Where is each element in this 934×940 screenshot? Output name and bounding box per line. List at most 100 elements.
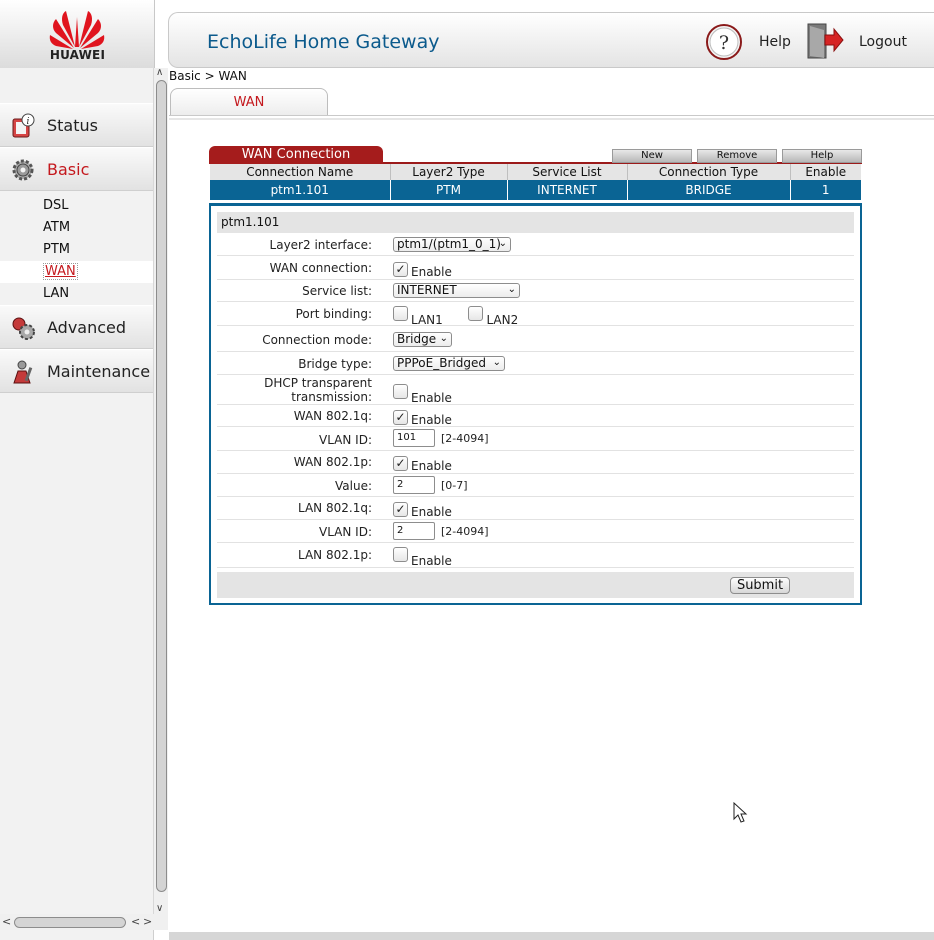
range-hint: [2-4094] [441,431,489,445]
bridge-type-select[interactable]: PPPoE_Bridged ⌄ [393,356,505,371]
sidebar-item-label: Status [47,116,98,135]
table-row[interactable]: ptm1.101 PTM INTERNET BRIDGE 1 [210,180,861,200]
sidebar-item-advanced[interactable]: Advanced [0,305,154,349]
table-cell: BRIDGE [627,180,791,200]
lan2-binding-checkbox[interactable] [468,306,484,321]
field-label: Value: [335,479,372,493]
select-value: INTERNET [397,283,457,297]
sidebar-item-maintenance[interactable]: Maintenance [0,349,154,393]
huawei-logo-icon [49,11,105,49]
status-icon: i [12,113,35,138]
sidebar-horizontal-scrollbar[interactable]: < < > [0,914,168,930]
checkbox-label: Enable [411,413,452,427]
sidebar-item-label: Advanced [47,318,127,337]
form-row-lan-vlan-id: VLAN ID: 2 [2-4094] [217,520,854,543]
bottom-scroll-strip [169,932,934,940]
tab-wan[interactable]: WAN [170,88,328,115]
scroll-left-arrow-icon[interactable]: < [131,915,140,928]
field-label: VLAN ID: [319,525,372,539]
table-header-row: Connection Name Layer2 Type Service List… [210,164,861,180]
advanced-icon [12,317,35,340]
select-value: Bridge [397,332,437,346]
scroll-down-arrow-icon[interactable]: ∨ [156,904,163,914]
sidebar-vertical-scrollbar[interactable]: ∧ ∨ [153,68,168,918]
help-icon[interactable]: ? [705,23,743,61]
column-header: Enable [790,164,861,180]
sidebar-subitem-dsl[interactable]: DSL [0,195,154,217]
lan-8021p-checkbox[interactable] [393,547,408,562]
column-header: Connection Type [627,164,791,180]
scrollbar-thumb[interactable] [156,80,167,892]
connection-mode-select[interactable]: Bridge ⌄ [393,332,452,347]
field-label: Service list: [302,284,372,298]
form-row-dhcp-transparent: DHCP transparent transmission: Enable [217,375,854,405]
logout-icon[interactable] [805,21,845,61]
scroll-left-arrow-icon[interactable]: < [2,915,11,928]
form-row-wan-8021p: WAN 802.1p: ✓ Enable [217,451,854,474]
column-header: Connection Name [210,164,391,180]
checkbox-label: LAN2 [486,313,519,327]
sidebar-item-basic[interactable]: Basic [0,147,154,191]
wan-connection-checkbox[interactable]: ✓ [393,262,408,277]
table-cell: PTM [390,180,508,200]
sidebar-item-label: Maintenance [47,362,151,381]
lan-8021q-checkbox[interactable]: ✓ [393,502,408,517]
wan-8021p-checkbox[interactable]: ✓ [393,456,408,471]
submit-bar: Submit [217,572,854,598]
chevron-down-icon: ⌄ [498,238,507,249]
content-divider [169,118,934,120]
form-row-wan-connection: WAN connection: ✓ Enable [217,256,854,280]
field-label: VLAN ID: [319,433,372,447]
field-label-line: DHCP transparent [264,376,372,390]
sidebar-item-status[interactable]: i Status [0,103,154,147]
form-row-lan-8021p: LAN 802.1p: Enable [217,543,854,568]
scroll-right-arrow-icon[interactable]: > [143,915,152,928]
field-label: Port binding: [295,307,372,321]
field-label: Bridge type: [298,357,372,371]
field-label: WAN connection: [269,261,372,275]
form-row-bridge-type: Bridge type: PPPoE_Bridged ⌄ [217,352,854,375]
help-link[interactable]: Help [759,34,791,50]
logout-link[interactable]: Logout [859,34,907,50]
lan-vlan-id-input[interactable]: 2 [393,522,435,540]
field-label-line: transmission: [291,390,372,404]
wan-priority-value-input[interactable]: 2 [393,476,435,494]
scroll-up-arrow-icon[interactable]: ∧ [156,68,163,78]
app-title: EchoLife Home Gateway [207,31,440,53]
gear-icon [12,159,34,181]
field-label: DHCP transparent transmission: [212,376,372,404]
chevron-down-icon: ⌄ [507,284,516,295]
lan1-binding-checkbox[interactable] [393,306,408,321]
checkbox-label: LAN1 [411,313,443,327]
remove-button[interactable]: Remove [697,149,777,163]
sidebar: i Status Basic DSL ATM PTM WAN LAN Advan… [0,68,154,940]
checkbox-label: Enable [411,459,452,473]
table-cell: 1 [790,180,861,200]
scrollbar-thumb[interactable] [14,917,126,928]
form-row-lan-8021q: LAN 802.1q: ✓ Enable [217,497,854,520]
wan-8021q-checkbox[interactable]: ✓ [393,410,408,425]
table-cell: INTERNET [507,180,628,200]
service-list-select[interactable]: INTERNET ⌄ [393,283,520,298]
chevron-down-icon: ⌄ [439,333,448,344]
submit-button[interactable]: Submit [730,577,790,594]
field-label: WAN 802.1q: [293,409,372,423]
brand-logo: HUAWEI [0,0,155,68]
new-button[interactable]: New [612,149,692,163]
wan-vlan-id-input[interactable]: 101 [393,429,435,447]
layer2-interface-select[interactable]: ptm1/(ptm1_0_1) ⌄ [393,237,511,252]
field-label: Connection mode: [262,333,372,347]
checkbox-label: Enable [411,391,452,405]
sidebar-subitem-wan[interactable]: WAN [0,261,154,283]
sidebar-subitem-wan-label: WAN [43,263,78,280]
dhcp-transparent-checkbox[interactable] [393,384,408,399]
range-hint: [0-7] [441,478,468,492]
sidebar-item-label: Basic [47,160,90,179]
sidebar-subitem-ptm[interactable]: PTM [0,239,154,261]
table-help-button[interactable]: Help [782,149,862,163]
sidebar-subitem-lan[interactable]: LAN [0,283,154,305]
breadcrumb: Basic > WAN [169,69,247,83]
sidebar-subitem-atm[interactable]: ATM [0,217,154,239]
select-value: PPPoE_Bridged [397,356,486,370]
basic-submenu: DSL ATM PTM WAN LAN [0,191,154,305]
